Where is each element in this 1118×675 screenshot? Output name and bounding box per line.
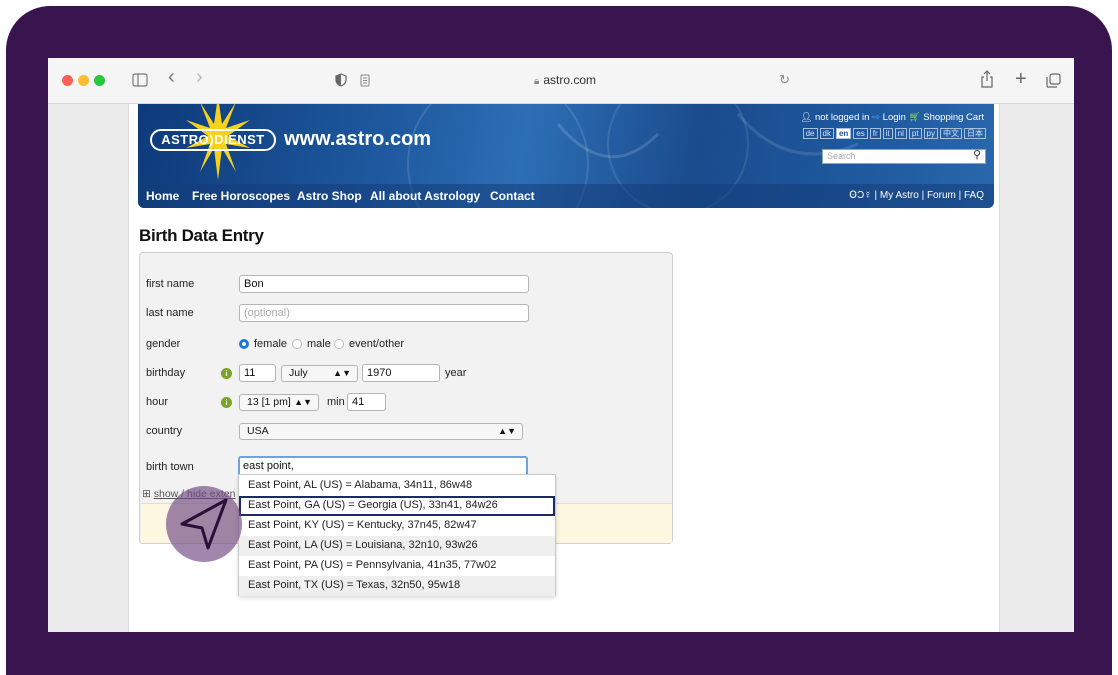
birth-town-value: east point,	[243, 460, 294, 472]
birth-month-select[interactable]: July ▲▼	[281, 365, 358, 382]
town-suggestions-dropdown: East Point, AL (US) = Alabama, 34n11, 86…	[238, 474, 556, 596]
site-logo[interactable]: ASTRO)DIENST	[150, 129, 276, 151]
lang-dk[interactable]: dk	[819, 128, 834, 139]
suggestion-item[interactable]: East Point, PA (US) = Pennsylvania, 41n3…	[239, 556, 555, 576]
hour-label: hour	[146, 396, 169, 408]
url-text: astro.com	[543, 73, 596, 87]
nav-contact[interactable]: Contact	[490, 189, 535, 203]
zoom-window-button[interactable]	[94, 75, 105, 86]
forward-icon[interactable]: ›	[196, 67, 203, 87]
site-search-input[interactable]: Search ⚲	[822, 149, 986, 164]
login-icon: ⇨	[872, 112, 881, 123]
lock-icon: 🔒︎	[533, 76, 540, 87]
gender-male-radio[interactable]	[292, 339, 302, 349]
info-icon[interactable]: i	[221, 397, 232, 408]
min-label: min	[327, 396, 345, 408]
lang-nl[interactable]: nl	[894, 128, 907, 139]
search-icon[interactable]: ⚲	[973, 149, 981, 162]
country-value: USA	[247, 425, 269, 437]
share-icon[interactable]	[980, 70, 994, 88]
birth-month-value: July	[289, 367, 308, 379]
language-selector: de dk en es fr it nl pt py 中文 日本	[802, 128, 986, 139]
new-tab-icon[interactable]: +	[1015, 67, 1027, 91]
nav-about-astrology[interactable]: All about Astrology	[370, 189, 480, 203]
pointer-highlight	[166, 486, 242, 562]
birth-year-field[interactable]: 1970	[362, 364, 440, 382]
account-bar: 👤︎ not logged in ⇨ Login 🛒︎ Shopping Car…	[800, 112, 984, 123]
nav-free-horoscopes[interactable]: Free Horoscopes	[192, 189, 290, 203]
country-select[interactable]: USA ▲▼	[239, 423, 523, 440]
close-window-button[interactable]	[62, 75, 73, 86]
expand-icon: ⊞	[142, 488, 151, 500]
nav-home[interactable]: Home	[146, 189, 179, 203]
suggestion-item[interactable]: East Point, TX (US) = Texas, 32n50, 95w1…	[239, 576, 555, 596]
first-name-field[interactable]: Bon	[239, 275, 529, 293]
nav-secondary-links[interactable]: ꙨϽ☿ | My Astro | Forum | FAQ	[849, 190, 984, 201]
shopping-cart-link[interactable]: Shopping Cart	[923, 112, 984, 123]
gender-male-label: male	[307, 338, 331, 350]
first-name-label: first name	[146, 278, 195, 290]
site-header: ASTRO)DIENST www.astro.com 👤︎ not logged…	[138, 104, 994, 208]
cursor-arrow-icon	[180, 498, 228, 550]
address-bar[interactable]: 🔒︎ astro.com ↻	[346, 68, 790, 94]
gender-event-radio[interactable]	[334, 339, 344, 349]
tabs-overview-icon[interactable]	[1046, 73, 1061, 88]
back-icon[interactable]: ‹	[168, 67, 175, 87]
suggestion-item[interactable]: East Point, LA (US) = Louisiana, 32n10, …	[239, 536, 555, 556]
lang-py[interactable]: py	[923, 128, 938, 139]
lang-es[interactable]: es	[853, 128, 868, 139]
user-icon: 👤︎	[800, 112, 813, 123]
select-arrows-icon: ▲▼	[498, 426, 516, 436]
suggestion-item-highlighted[interactable]: East Point, GA (US) = Georgia (US), 33n4…	[239, 496, 555, 516]
last-name-field[interactable]: (optional)	[239, 304, 529, 322]
reload-icon[interactable]: ↻	[779, 72, 790, 88]
login-link[interactable]: Login	[883, 112, 906, 123]
select-arrows-icon: ▲▼	[333, 368, 351, 378]
lang-de[interactable]: de	[802, 128, 818, 139]
gender-event-label: event/other	[349, 338, 405, 350]
hour-value: 13 [1 pm]	[247, 396, 291, 408]
lang-zh[interactable]: 中文	[940, 128, 962, 139]
birth-day-field[interactable]: 11	[239, 364, 276, 382]
gender-female-radio[interactable]	[239, 339, 249, 349]
info-icon[interactable]: i	[221, 368, 232, 379]
browser-toolbar: ‹ › 🔒︎ astro.com ↻ +	[48, 58, 1074, 104]
lang-en[interactable]: en	[835, 128, 852, 139]
hour-select[interactable]: 13 [1 pm] ▲▼	[239, 394, 319, 411]
cart-icon: 🛒︎	[908, 112, 921, 123]
login-status: not logged in	[815, 112, 870, 123]
lang-it[interactable]: it	[882, 128, 893, 139]
select-arrows-icon: ▲▼	[294, 397, 312, 407]
last-name-label: last name	[146, 307, 194, 319]
lang-fr[interactable]: fr	[869, 128, 881, 139]
suggestion-item[interactable]: East Point, AL (US) = Alabama, 34n11, 86…	[239, 476, 555, 496]
main-nav: Home Free Horoscopes Astro Shop All abou…	[138, 184, 994, 208]
country-label: country	[146, 425, 183, 437]
gender-female-label: female	[254, 338, 288, 350]
birthday-label: birthday	[146, 367, 186, 379]
birth-town-label: birth town	[146, 461, 194, 473]
sidebar-icon[interactable]	[132, 73, 148, 87]
year-label: year	[445, 367, 467, 379]
page-title: Birth Data Entry	[139, 226, 264, 245]
site-title[interactable]: www.astro.com	[284, 128, 431, 151]
gender-label: gender	[146, 338, 181, 350]
suggestion-item[interactable]: East Point, KY (US) = Kentucky, 37n45, 8…	[239, 516, 555, 536]
search-placeholder: Search	[827, 151, 856, 161]
lang-ja[interactable]: 日本	[964, 128, 986, 139]
nav-astro-shop[interactable]: Astro Shop	[297, 189, 362, 203]
minute-field[interactable]: 41	[347, 393, 386, 411]
lang-pt[interactable]: pt	[908, 128, 922, 139]
page-content: ASTRO)DIENST www.astro.com 👤︎ not logged…	[128, 104, 1000, 632]
minimize-window-button[interactable]	[78, 75, 89, 86]
